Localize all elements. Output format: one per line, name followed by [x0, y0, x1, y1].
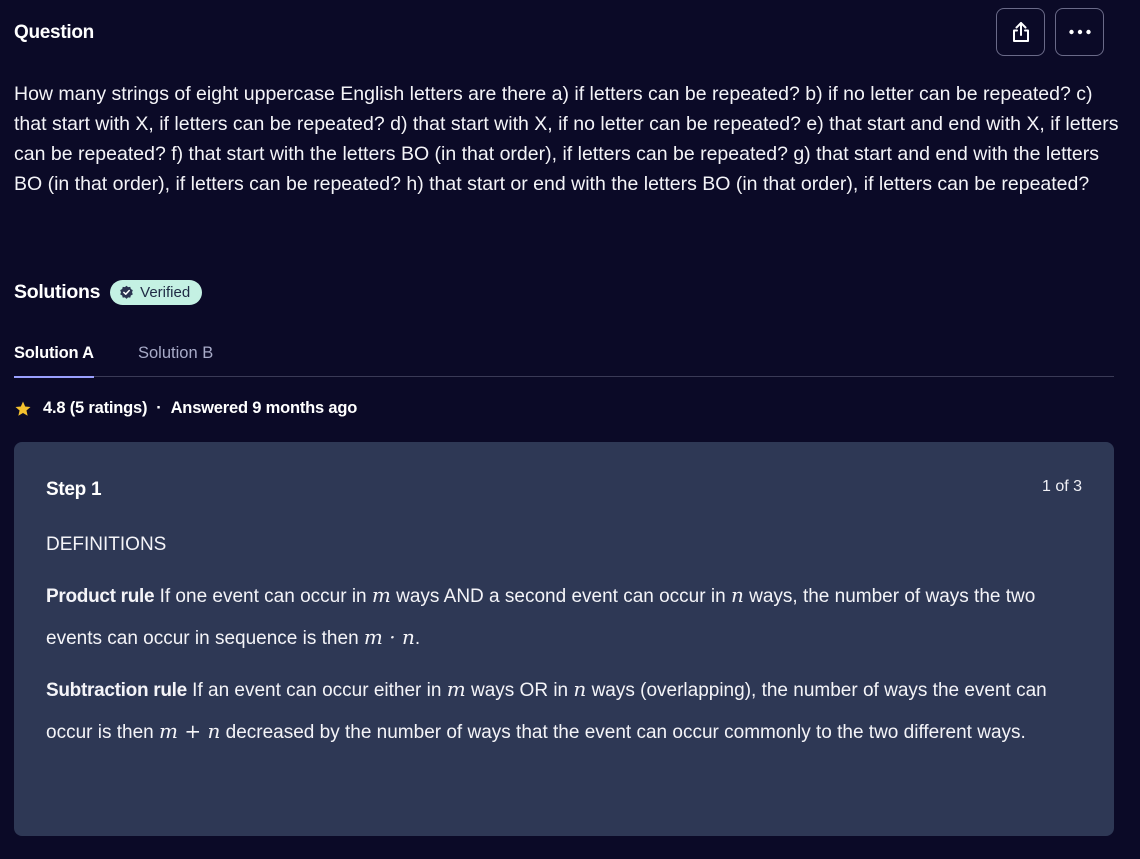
math-n: n: [730, 583, 744, 607]
share-icon: [1012, 22, 1029, 42]
solution-tabs: Solution A Solution B: [14, 340, 1114, 378]
verified-label: Verified: [140, 284, 191, 301]
subtraction-rule-text: If an event can occur either in: [192, 680, 442, 701]
more-options-button[interactable]: [1055, 8, 1104, 56]
subtraction-rule-text: decreased by the number of ways that the…: [225, 722, 1026, 743]
product-formula: m · n: [363, 625, 415, 649]
product-rule-paragraph: Product rule If one event can occur in m…: [46, 575, 1091, 659]
tab-solution-a[interactable]: Solution A: [14, 344, 94, 378]
verified-badge: Verified: [110, 280, 203, 305]
header-actions: [996, 8, 1104, 56]
subtraction-rule-text: ways OR in: [470, 680, 569, 701]
step-counter: 1 of 3: [1041, 478, 1082, 495]
product-rule-text: ways AND a second event can occur in: [396, 586, 726, 607]
rating-separator: ·: [156, 399, 162, 417]
product-rule-text: If one event can occur in: [159, 586, 367, 607]
subtraction-formula: m + n: [159, 719, 221, 743]
question-page: Question How many strings of eight upper…: [0, 0, 1140, 859]
product-rule-period: .: [414, 628, 421, 649]
product-rule-term: Product rule: [46, 586, 155, 607]
math-n: n: [573, 677, 587, 701]
math-m: m: [371, 583, 391, 607]
rating-text: 4.8 (5 ratings): [43, 399, 148, 417]
share-button[interactable]: [996, 8, 1045, 56]
header: Question: [14, 8, 1104, 56]
subtraction-rule-term: Subtraction rule: [46, 680, 187, 701]
solutions-title: Solutions: [14, 281, 101, 303]
star-icon: [15, 401, 31, 416]
more-horizontal-icon: [1068, 29, 1091, 35]
solutions-header: Solutions Verified: [14, 280, 203, 305]
definitions-heading: DEFINITIONS: [46, 534, 167, 555]
step-card: Step 1 1 of 3 DEFINITIONS Product rule I…: [14, 442, 1114, 836]
rating-row: 4.8 (5 ratings) · Answered 9 months ago: [14, 399, 357, 418]
step-body: DEFINITIONS Product rule If one event ca…: [46, 530, 1091, 763]
verified-check-icon: [120, 285, 133, 299]
subtraction-rule-paragraph: Subtraction rule If an event can occur e…: [46, 669, 1091, 753]
question-text: How many strings of eight uppercase Engl…: [14, 83, 1119, 195]
answered-text: Answered 9 months ago: [170, 399, 358, 417]
page-title: Question: [14, 22, 94, 43]
tab-solution-b[interactable]: Solution B: [138, 344, 213, 377]
math-m: m: [446, 677, 466, 701]
step-title: Step 1: [46, 479, 102, 500]
